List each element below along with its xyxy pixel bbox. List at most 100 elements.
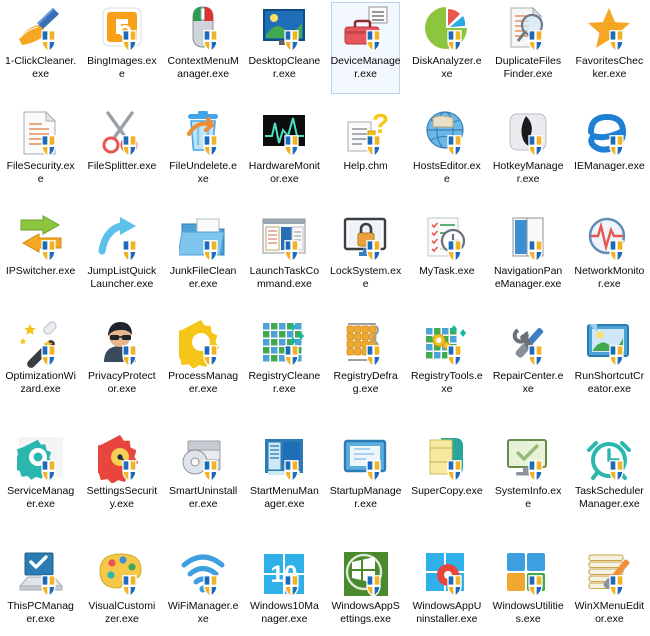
desktop-icon-item[interactable]: ServiceManager.exe [0,430,81,545]
desktop-icon-item[interactable]: NetworkMonitor.exe [569,210,650,315]
gear-icon[interactable] [179,320,227,368]
desktop-icon-item[interactable]: FileSecurity.exe [0,105,81,210]
registry-grid-icon[interactable] [260,320,308,368]
desktop-icon-item[interactable]: ContextMenuManager.exe [163,0,244,105]
blocks-icon[interactable] [504,550,552,598]
desktop-icon-item[interactable]: DiskAnalyzer.exe [406,0,487,105]
desktop-icon-item[interactable]: DeviceManager.exe [325,0,406,105]
desktop-icon-item[interactable]: 10 Windows10Manager.exe [244,545,325,636]
curved-arrow-icon[interactable] [98,215,146,263]
desktop-icon-item[interactable]: WindowsAppUninstaller.exe [406,545,487,636]
desktop-icon-item[interactable]: SmartUninstaller.exe [163,430,244,545]
this-pc-icon[interactable] [17,550,65,598]
desktop-icon-item[interactable]: RegistryDefrag.exe [325,315,406,430]
desktop-icon-item[interactable]: RegistryCleaner.exe [244,315,325,430]
icon-label: RegistryTools.exe [410,370,483,395]
spy-person-icon[interactable] [98,320,146,368]
help-question-icon[interactable]: ? [342,110,390,158]
desktop-icon-item[interactable]: LockSystem.exe [325,210,406,315]
desktop-icon-item[interactable]: IEManager.exe [569,105,650,210]
start-menu-icon[interactable] [260,435,308,483]
nav-pane-icon[interactable] [504,215,552,263]
app-settings-icon[interactable] [342,550,390,598]
wrench-grid-icon[interactable] [423,320,471,368]
desktop-icon-item[interactable]: FavoritesChecker.exe [569,0,650,105]
desktop-icon-item[interactable]: BingImages.exe [81,0,162,105]
pie-chart-icon[interactable] [423,5,471,53]
desktop-icon-item[interactable]: MyTask.exe [406,210,487,315]
windows10-icon[interactable]: 10 [260,550,308,598]
mouse-icon[interactable] [179,5,227,53]
teal-gear-icon[interactable] [16,435,65,483]
desktop-icon-item[interactable]: DesktopCleaner.exe [244,0,325,105]
app-uninstall-icon[interactable] [423,550,471,598]
paint-palette-icon[interactable] [98,550,146,598]
task-window-icon[interactable] [260,215,308,263]
desktop-icon-item[interactable]: RegistryTools.exe [406,315,487,430]
document-icon[interactable] [17,110,65,158]
defrag-blocks-icon[interactable] [342,320,390,368]
desktop-icon-item[interactable]: RunShortcutCreator.exe [569,315,650,430]
desktop-icon-item[interactable]: NavigationPaneManager.exe [488,210,569,315]
desktop-icon-item[interactable]: VisualCustomizer.exe [81,545,162,636]
broom-icon[interactable] [17,5,65,53]
desktop-icon-item[interactable]: WinXMenuEditor.exe [569,545,650,636]
two-arrows-icon[interactable] [17,215,65,263]
document-magnifier-icon[interactable] [504,5,552,53]
folder-icon[interactable] [179,215,227,263]
checklist-clock-icon[interactable] [423,215,471,263]
network-pulse-icon[interactable] [585,215,633,263]
desktop-icon-item[interactable]: ProcessManager.exe [163,315,244,430]
lock-monitor-icon[interactable] [342,215,390,263]
toolbox-icon[interactable] [342,5,390,53]
desktop-icon-item[interactable]: FileSplitter.exe [81,105,162,210]
desktop-icon-item[interactable]: OptimizationWizard.exe [0,315,81,430]
desktop-icon-item[interactable]: StartupManager.exe [325,430,406,545]
wifi-icon[interactable] [179,550,227,598]
desktop-icon-item[interactable]: IPSwitcher.exe [0,210,81,315]
wrench-screwdriver-icon[interactable] [504,320,552,368]
desktop-icon-item[interactable]: SettingsSecurity.exe [81,430,162,545]
desktop-icon-item[interactable]: PrivacyProtector.exe [81,315,162,430]
menu-edit-icon[interactable] [585,550,633,598]
magic-wand-icon[interactable] [17,320,65,368]
desktop-icon-item[interactable]: RepairCenter.exe [488,315,569,430]
desktop-icon-item[interactable]: WindowsUtilities.exe [488,545,569,636]
desktop-icon-item[interactable]: TaskSchedulerManager.exe [569,430,650,545]
scissors-icon[interactable] [98,110,146,158]
copy-pages-icon[interactable] [423,435,471,483]
desktop-icon-item[interactable]: ThisPCManager.exe [0,545,81,636]
icon-label: NavigationPaneManager.exe [493,265,563,290]
desktop-icon-item[interactable]: SuperCopy.exe [406,430,487,545]
waveform-monitor-icon[interactable] [260,110,308,158]
desktop-icon-item[interactable]: SystemInfo.exe [488,430,569,545]
hotkey-arrow-icon[interactable] [504,110,552,158]
desktop-icon-item[interactable]: StartMenuManager.exe [244,430,325,545]
monitor-check-icon[interactable] [504,435,552,483]
desktop-icon-item[interactable]: WindowsAppSettings.exe [325,545,406,636]
desktop-icon-item[interactable]: FileUndelete.exe [163,105,244,210]
shortcut-window-icon[interactable] [585,320,633,368]
trash-restore-icon[interactable] [179,110,227,158]
desktop-icon-item[interactable]: LaunchTaskCommand.exe [244,210,325,315]
desktop-icon-item[interactable]: JunkFileCleaner.exe [163,210,244,315]
globe-icon[interactable] [423,110,471,158]
uninstall-disc-icon[interactable] [179,435,227,483]
desktop-icon-item[interactable]: HardwareMonitor.exe [244,105,325,210]
startup-window-icon[interactable] [342,435,390,483]
alarm-clock-icon[interactable] [585,435,633,483]
icon-label: ProcessManager.exe [168,370,239,395]
desktop-icon-item[interactable]: HostsEditor.exe [406,105,487,210]
internet-explorer-icon[interactable] [585,110,633,158]
red-gear-icon[interactable] [97,435,146,483]
desktop-icon-item[interactable]: WiFiManager.exe [163,545,244,636]
desktop-icon-item[interactable]: 1-ClickCleaner.exe [0,0,81,105]
desktop-icon-item[interactable]: ? Help.chm [325,105,406,210]
desktop-icon-item[interactable]: HotkeyManager.exe [488,105,569,210]
desktop-icon-item[interactable]: DuplicateFilesFinder.exe [488,0,569,105]
desktop-monitor-icon[interactable] [260,5,308,53]
bing-images-icon[interactable] [98,5,146,53]
icon-label: WindowsAppUninstaller.exe [412,600,482,625]
star-icon[interactable] [585,5,633,53]
desktop-icon-item[interactable]: JumpListQuickLauncher.exe [81,210,162,315]
